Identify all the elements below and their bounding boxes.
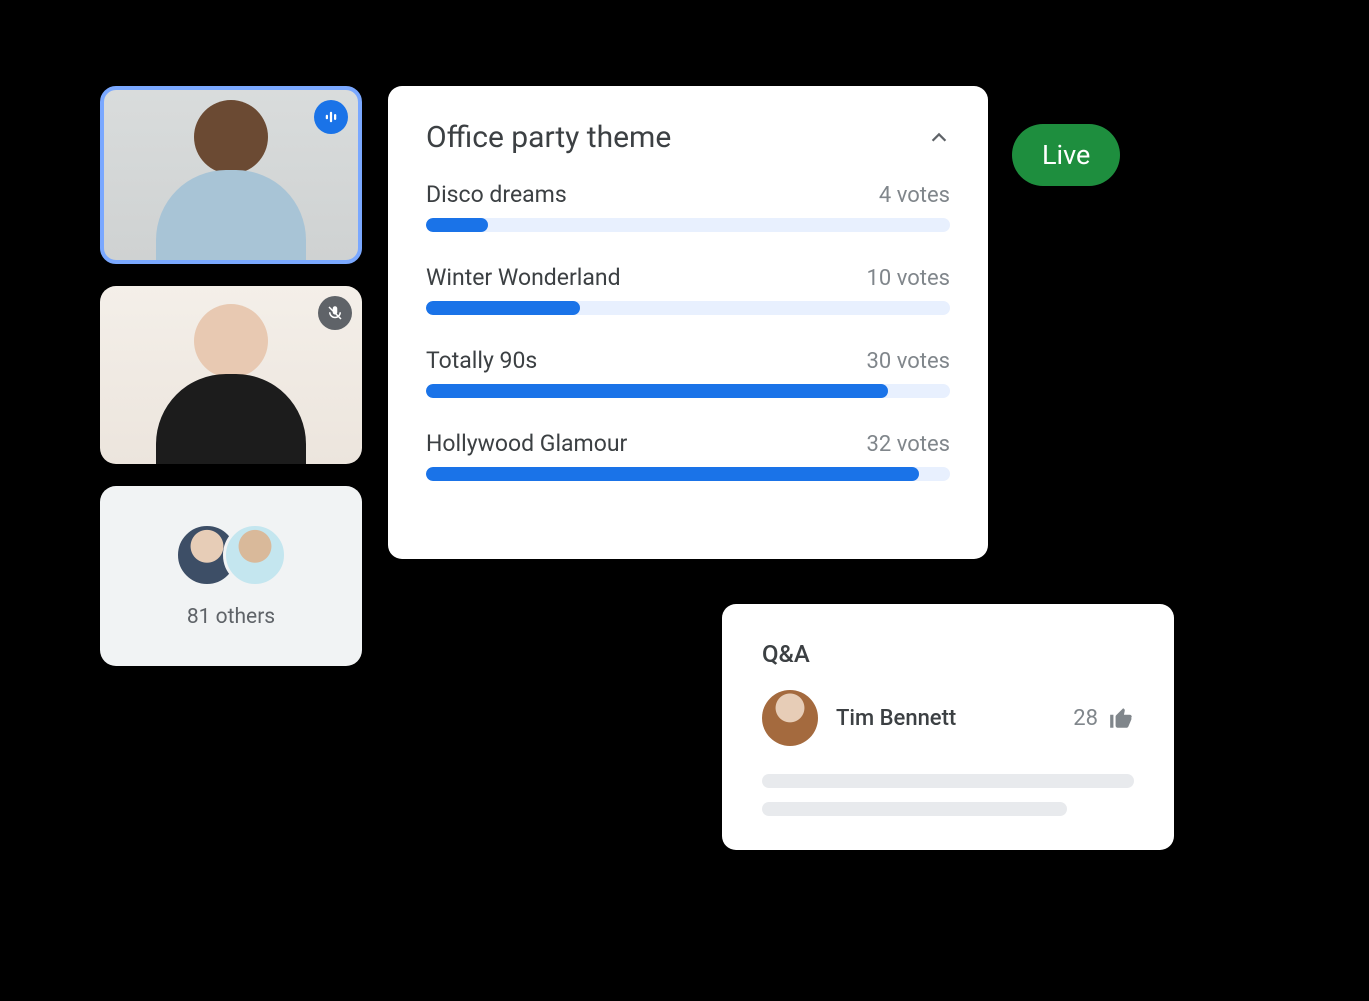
poll-option-label: Disco dreams: [426, 181, 567, 208]
poll-option-votes: 10 votes: [867, 266, 950, 291]
others-count: 81 others: [187, 605, 275, 629]
participant-tile[interactable]: [100, 286, 362, 464]
poll-bar-track: [426, 218, 950, 232]
poll-option-votes: 30 votes: [867, 349, 950, 374]
live-badge: Live: [1012, 124, 1120, 186]
qa-author-name: Tim Bennett: [836, 706, 1055, 731]
participant-tiles: 81 others: [100, 86, 362, 666]
others-avatar-stack: [175, 523, 287, 587]
qa-entry[interactable]: Tim Bennett 28: [762, 690, 1134, 746]
poll-options-list: Disco dreams 4 votes Winter Wonderland 10 v…: [426, 181, 950, 481]
qa-text-placeholder: [762, 802, 1067, 816]
qa-card: Q&A Tim Bennett 28: [722, 604, 1174, 850]
poll-bar-track: [426, 384, 950, 398]
speaking-icon: [314, 100, 348, 134]
poll-option-label: Hollywood Glamour: [426, 430, 627, 457]
poll-bar-track: [426, 467, 950, 481]
poll-bar-fill: [426, 467, 919, 481]
qa-text-placeholder: [762, 774, 1134, 788]
participant-video-placeholder: [156, 294, 306, 464]
avatar: [762, 690, 818, 746]
participant-video-placeholder: [156, 90, 306, 264]
participant-tile[interactable]: [100, 86, 362, 264]
qa-title: Q&A: [762, 640, 1134, 668]
poll-option-label: Totally 90s: [426, 347, 537, 374]
muted-icon: [318, 296, 352, 330]
qa-upvote[interactable]: 28: [1073, 705, 1134, 731]
poll-panel: Office party theme Disco dreams 4 votes Wi…: [388, 86, 988, 559]
chevron-up-icon[interactable]: [928, 127, 950, 149]
poll-option[interactable]: Totally 90s 30 votes: [426, 347, 950, 398]
poll-option-votes: 32 votes: [867, 432, 950, 457]
poll-bar-fill: [426, 301, 580, 315]
poll-option[interactable]: Winter Wonderland 10 votes: [426, 264, 950, 315]
poll-bar-fill: [426, 384, 888, 398]
qa-like-count: 28: [1073, 706, 1098, 731]
poll-option-label: Winter Wonderland: [426, 264, 621, 291]
thumbs-up-icon: [1108, 705, 1134, 731]
others-tile[interactable]: 81 others: [100, 486, 362, 666]
poll-title: Office party theme: [426, 120, 671, 155]
avatar: [223, 523, 287, 587]
poll-bar-track: [426, 301, 950, 315]
poll-option[interactable]: Hollywood Glamour 32 votes: [426, 430, 950, 481]
poll-option[interactable]: Disco dreams 4 votes: [426, 181, 950, 232]
live-label: Live: [1042, 139, 1090, 171]
poll-bar-fill: [426, 218, 488, 232]
poll-option-votes: 4 votes: [879, 183, 950, 208]
